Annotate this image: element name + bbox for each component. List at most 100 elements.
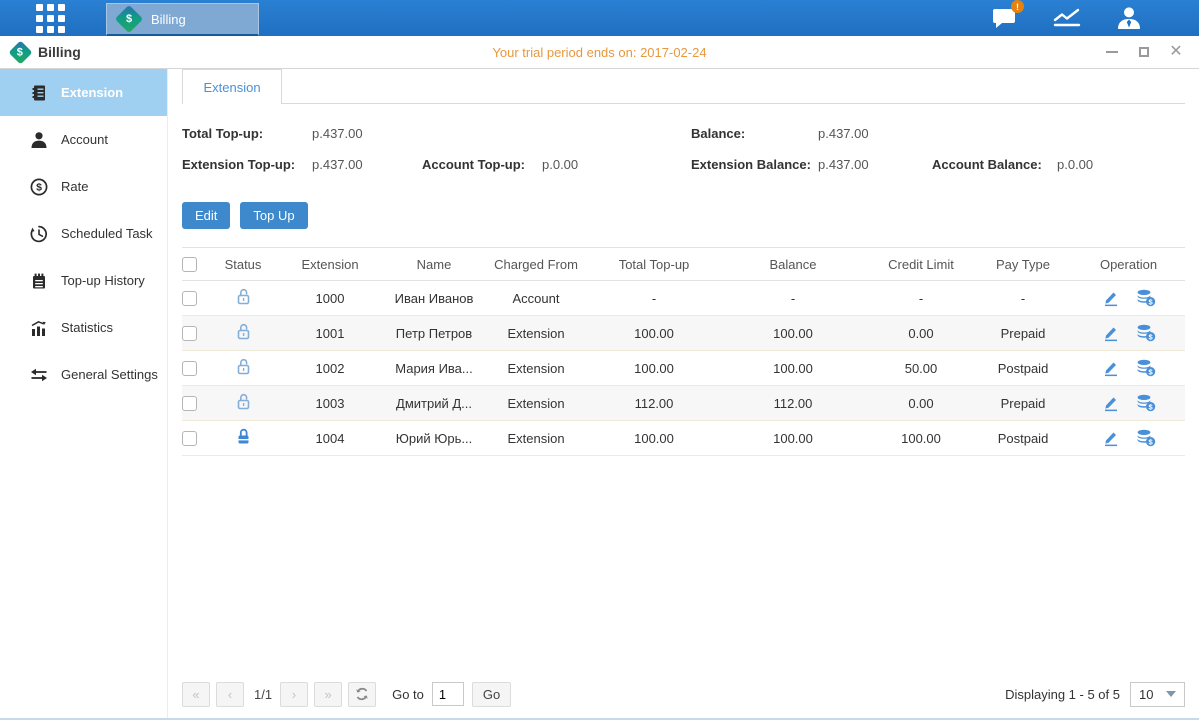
row-checkbox[interactable]	[182, 326, 197, 341]
goto-label: Go to	[392, 687, 424, 702]
refresh-button[interactable]	[348, 682, 376, 707]
row-checkbox[interactable]	[182, 361, 197, 376]
cell-balance: -	[718, 281, 868, 316]
col-header-operation: Operation	[1072, 248, 1185, 281]
sidebar-item-general-settings[interactable]: General Settings	[0, 351, 167, 398]
top-up-row-icon[interactable]: $	[1136, 324, 1156, 342]
row-checkbox[interactable]	[182, 291, 197, 306]
maximize-icon[interactable]	[1137, 45, 1151, 59]
prev-page-button[interactable]: ‹	[216, 682, 244, 707]
statistics-chart-icon[interactable]	[1051, 5, 1083, 31]
cell-balance: 100.00	[718, 421, 868, 456]
user-account-icon[interactable]	[1113, 5, 1145, 31]
table-row[interactable]: 1000 Иван Иванов Account - - - -	[182, 281, 1185, 316]
edit-row-icon[interactable]	[1102, 324, 1120, 342]
sidebar-item-statistics[interactable]: Statistics	[0, 304, 167, 351]
page-indicator: 1/1	[254, 687, 272, 702]
top-up-button[interactable]: Top Up	[240, 202, 307, 229]
refresh-icon	[355, 687, 369, 701]
cell-credit-limit: 50.00	[868, 351, 974, 386]
col-header-charged-from: Charged From	[482, 248, 590, 281]
sidebar-item-extension[interactable]: Extension	[0, 69, 167, 116]
status-unlocked-icon	[234, 392, 253, 411]
edit-row-icon[interactable]	[1102, 429, 1120, 447]
sidebar-item-topup-history[interactable]: Top-up History	[0, 257, 167, 304]
minimize-icon[interactable]	[1105, 45, 1119, 59]
sidebar: Extension Account $ Rate	[0, 69, 168, 718]
cell-name: Петр Петров	[386, 316, 482, 351]
edit-row-icon[interactable]	[1102, 289, 1120, 307]
extension-topup-value: p.437.00	[312, 157, 422, 172]
top-up-row-icon[interactable]: $	[1136, 289, 1156, 307]
account-balance-label: Account Balance:	[932, 157, 1057, 172]
select-all-checkbox[interactable]	[182, 257, 197, 272]
cell-pay-type: -	[974, 281, 1072, 316]
col-header-credit-limit: Credit Limit	[868, 248, 974, 281]
table-row[interactable]: 1003 Дмитрий Д... Extension 112.00 112.0…	[182, 386, 1185, 421]
cell-name: Иван Иванов	[386, 281, 482, 316]
tab-extension[interactable]: Extension	[182, 69, 282, 104]
last-page-button[interactable]: »	[314, 682, 342, 707]
edit-button[interactable]: Edit	[182, 202, 230, 229]
cell-extension: 1003	[274, 386, 386, 421]
ledger-icon	[30, 84, 48, 102]
top-up-row-icon[interactable]: $	[1136, 429, 1156, 447]
person-icon	[30, 131, 48, 149]
total-topup-value: p.437.00	[312, 126, 363, 141]
cell-credit-limit: 0.00	[868, 316, 974, 351]
close-icon[interactable]: ✕	[1169, 45, 1183, 59]
svg-text:$: $	[36, 181, 42, 193]
body: Extension Account $ Rate	[0, 69, 1199, 718]
app-window: $ Billing !	[0, 0, 1199, 720]
app-grid-icon[interactable]	[34, 2, 66, 34]
edit-row-icon[interactable]	[1102, 394, 1120, 412]
displaying-info: Displaying 1 - 5 of 5	[1005, 687, 1120, 702]
top-up-row-icon[interactable]: $	[1136, 394, 1156, 412]
window-controls: ✕	[1105, 45, 1183, 59]
cell-extension: 1000	[274, 281, 386, 316]
goto-page-input[interactable]	[432, 682, 464, 706]
total-topup-label: Total Top-up:	[182, 126, 312, 141]
row-checkbox[interactable]	[182, 396, 197, 411]
status-unlocked-icon	[234, 322, 253, 341]
account-topup-value: p.0.00	[542, 157, 578, 172]
status-unlocked-icon	[234, 357, 253, 376]
topbar-billing-tab[interactable]: $ Billing	[106, 3, 259, 36]
sidebar-item-label: Rate	[61, 179, 88, 194]
chevron-down-icon	[1166, 691, 1176, 697]
messages-icon[interactable]: !	[989, 5, 1021, 31]
go-button[interactable]: Go	[472, 682, 511, 707]
col-header-status: Status	[212, 248, 274, 281]
top-bar: $ Billing !	[0, 0, 1199, 36]
sidebar-item-label: Account	[61, 132, 108, 147]
billing-summary: Total Top-up: p.437.00 Extension Top-up:…	[182, 118, 1185, 180]
dollar-circle-icon: $	[30, 178, 48, 196]
extension-topup-label: Extension Top-up:	[182, 157, 312, 172]
first-page-button[interactable]: «	[182, 682, 210, 707]
cell-credit-limit: 0.00	[868, 386, 974, 421]
sidebar-item-rate[interactable]: $ Rate	[0, 163, 167, 210]
page-size-select[interactable]: 10	[1130, 682, 1185, 707]
sidebar-item-label: Top-up History	[61, 273, 145, 288]
sidebar-item-scheduled-task[interactable]: Scheduled Task	[0, 210, 167, 257]
status-locked-icon	[234, 427, 253, 446]
top-up-row-icon[interactable]: $	[1136, 359, 1156, 377]
table-row[interactable]: 1002 Мария Ива... Extension 100.00 100.0…	[182, 351, 1185, 386]
extension-balance-value: p.437.00	[818, 157, 932, 172]
cell-total-topup: 112.00	[590, 386, 718, 421]
main-content: Extension Total Top-up: p.437.00 Extensi…	[168, 69, 1199, 718]
cell-pay-type: Postpaid	[974, 421, 1072, 456]
col-header-name: Name	[386, 248, 482, 281]
table-row[interactable]: 1001 Петр Петров Extension 100.00 100.00…	[182, 316, 1185, 351]
pagination-bar: « ‹ 1/1 › » Go to Go Displaying 1 - 5 of…	[182, 670, 1185, 718]
row-checkbox[interactable]	[182, 431, 197, 446]
sidebar-item-account[interactable]: Account	[0, 116, 167, 163]
edit-row-icon[interactable]	[1102, 359, 1120, 377]
table-row[interactable]: 1004 Юрий Юрь... Extension 100.00 100.00…	[182, 421, 1185, 456]
cell-balance: 100.00	[718, 316, 868, 351]
title-bar: $ Billing Your trial period ends on: 201…	[0, 36, 1199, 69]
cell-credit-limit: -	[868, 281, 974, 316]
next-page-button[interactable]: ›	[280, 682, 308, 707]
sidebar-item-label: Statistics	[61, 320, 113, 335]
page-size-value: 10	[1139, 687, 1153, 702]
